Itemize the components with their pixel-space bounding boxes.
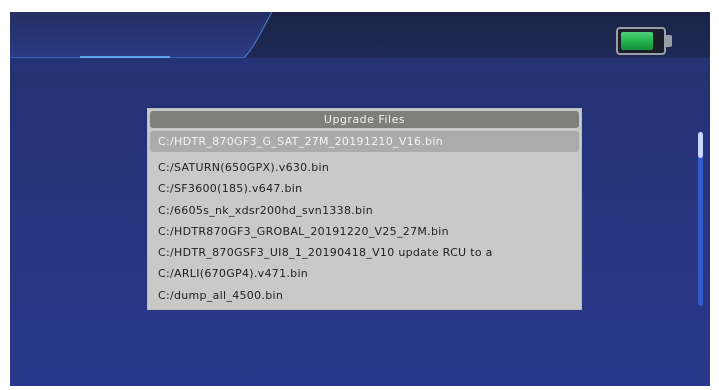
top-banner-graphic — [10, 12, 710, 70]
battery-tip — [666, 35, 672, 47]
battery-body — [616, 27, 666, 55]
file-list-item[interactable]: C:/dump_all_4500.bin — [150, 285, 579, 306]
battery-icon — [616, 27, 674, 57]
file-list: C:/HDTR_870GF3_G_SAT_27M_20191210_V16.bi… — [150, 131, 579, 306]
top-banner — [10, 12, 710, 70]
scrollbar[interactable] — [698, 132, 703, 306]
scrollbar-thumb[interactable] — [698, 132, 703, 158]
file-list-item[interactable]: C:/ARLI(670GP4).v471.bin — [150, 263, 579, 284]
file-list-item[interactable]: C:/SATURN(650GPX).v630.bin — [150, 157, 579, 178]
tv-screen: Upgrade Files C:/HDTR_870GF3_G_SAT_27M_2… — [10, 12, 710, 386]
battery-fill — [621, 32, 653, 50]
file-list-item[interactable]: C:/HDTR_870GSF3_UI8_1_20190418_V10 updat… — [150, 242, 579, 263]
file-list-item[interactable]: C:/6605s_nk_xdsr200hd_svn1338.bin — [150, 200, 579, 221]
file-list-item[interactable]: C:/HDTR_870GF3_G_SAT_27M_20191210_V16.bi… — [150, 131, 579, 152]
dialog-title: Upgrade Files — [150, 111, 579, 128]
file-list-item[interactable]: C:/HDTR870GF3_GROBAL_20191220_V25_27M.bi… — [150, 221, 579, 242]
screenshot: Upgrade Files C:/HDTR_870GF3_G_SAT_27M_2… — [0, 0, 719, 390]
upgrade-files-dialog: Upgrade Files C:/HDTR_870GF3_G_SAT_27M_2… — [147, 108, 582, 310]
file-list-item[interactable]: C:/SF3600(185).v647.bin — [150, 178, 579, 199]
